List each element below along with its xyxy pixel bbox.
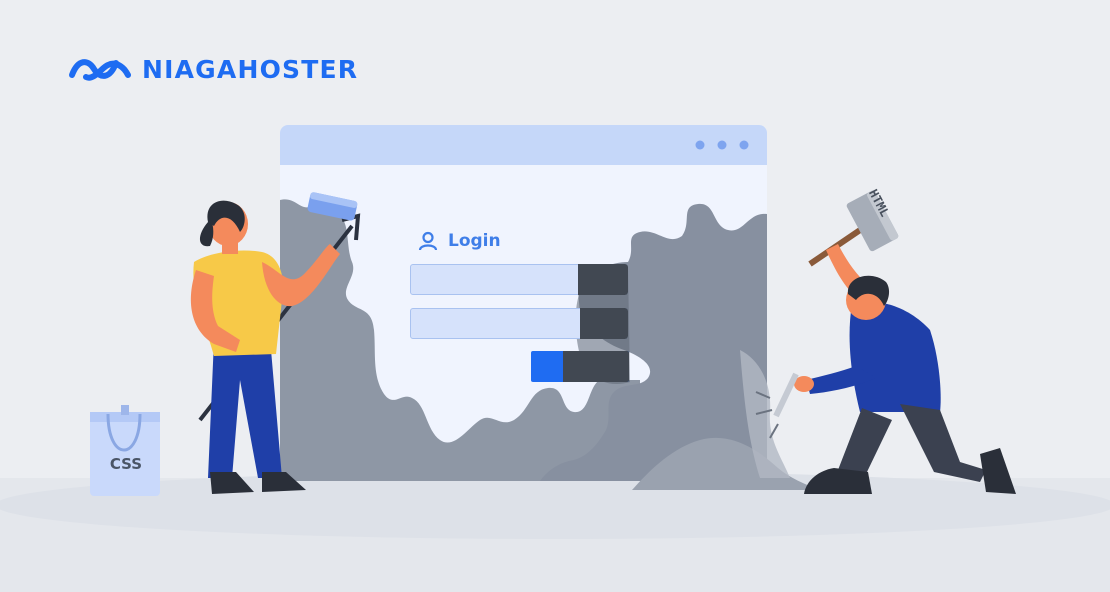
login-button[interactable]: [531, 351, 629, 382]
css-bag: [90, 405, 160, 496]
floor-shadow: [0, 471, 1110, 539]
paint-overlay: [563, 351, 629, 382]
logo-wave-icon: [69, 59, 131, 81]
brand-logo[interactable]: NIAGAHOSTER: [68, 52, 358, 86]
window-dot-icon: [717, 140, 727, 150]
worker-character: [755, 190, 1016, 494]
scene-artwork: [0, 125, 1110, 592]
login-title: Login: [448, 231, 501, 251]
window-dot-icon: [695, 140, 705, 150]
login-heading: Login: [418, 231, 501, 251]
window-dot-icon: [739, 140, 749, 150]
brand-name: NIAGAHOSTER: [142, 54, 359, 84]
css-bag-label: CSS: [109, 455, 143, 473]
user-icon: [418, 231, 438, 251]
password-field[interactable]: [410, 308, 628, 339]
username-field[interactable]: [410, 264, 628, 295]
illustration-scene: NIAGAHOSTER Login CSS HTML: [0, 0, 1110, 592]
paint-overlay: [580, 308, 628, 339]
paint-overlay: [578, 264, 628, 295]
